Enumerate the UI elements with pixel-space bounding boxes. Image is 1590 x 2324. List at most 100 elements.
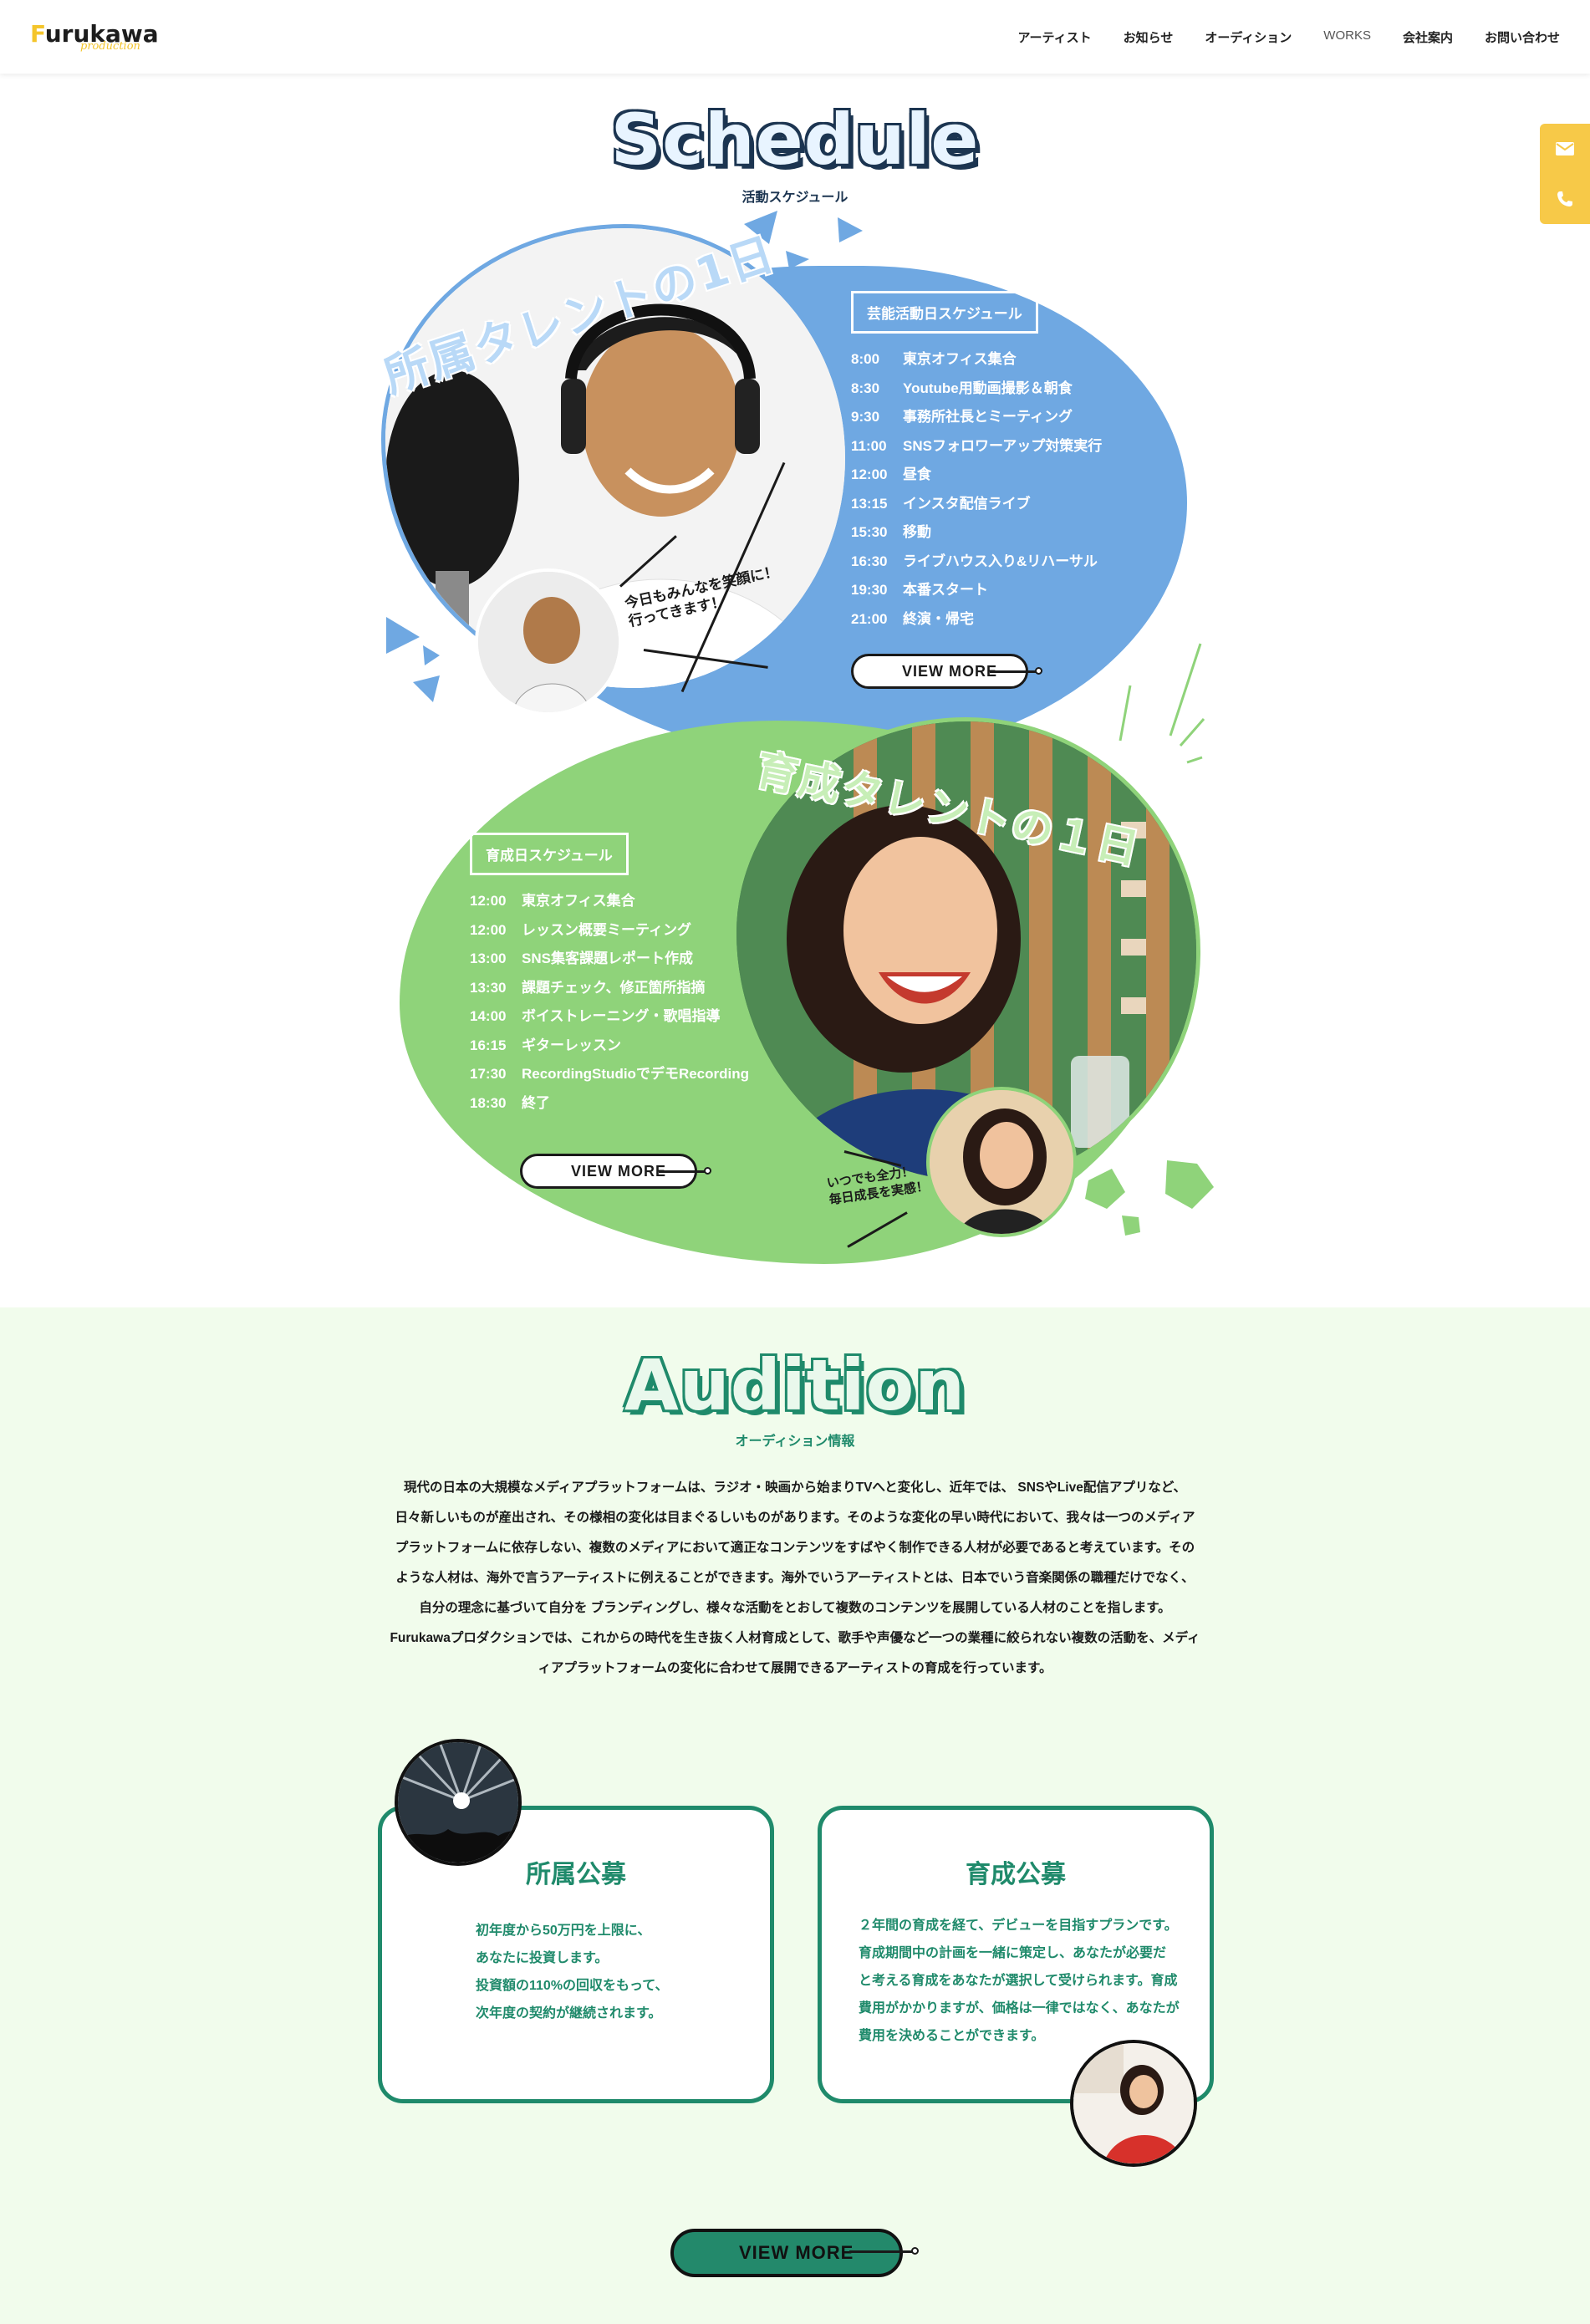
schedule-time: 19:30: [851, 582, 888, 598]
side-contact-tabs: [1540, 124, 1590, 224]
pentagon-deco: [1085, 1169, 1125, 1209]
card2-line: と考える育成をあなたが選択して受けられます。育成: [859, 1974, 1178, 1988]
triangle-deco: [423, 645, 440, 665]
schedule-activity: 東京オフィス集合: [903, 351, 1017, 367]
card2-title: 育成公募: [966, 1860, 1066, 1889]
audition-text-line: Furukawaプロダクションでは、これからの時代を生き抜く人材育成として、歌手…: [390, 1631, 1200, 1645]
audition-text-line: プラットフォームに依存しない、複数のメディアにおいて適正なコンテンツをすばやく制…: [395, 1541, 1195, 1555]
block2-label: 育成日スケジュール: [470, 833, 629, 875]
burst-line: [1179, 718, 1205, 747]
schedule-activity: Youtube用動画撮影＆朝食: [903, 380, 1073, 396]
site-logo[interactable]: Furukawa production: [30, 20, 164, 54]
schedule-activity: ライブハウス入り&リハーサル: [903, 553, 1098, 569]
schedule-activity: RecordingStudioでデモRecording: [522, 1066, 749, 1082]
card1-line: 投資額の110%の回収をもって、: [476, 1979, 669, 1993]
burst-line: [1169, 643, 1202, 736]
card2-line: 育成期間中の計画を一緒に策定し、あなたが必要だ: [859, 1946, 1167, 1960]
schedule-item: 21:00 終演・帰宅: [851, 605, 1102, 635]
schedule-time: 8:30: [851, 380, 880, 396]
schedule-time: 12:00: [470, 893, 507, 909]
mail-icon[interactable]: [1540, 124, 1590, 174]
phone-icon[interactable]: [1540, 174, 1590, 224]
schedule-time: 13:15: [851, 495, 888, 512]
concert-photo: [395, 1739, 522, 1866]
triangle-deco: [413, 675, 440, 702]
button-arrow-line: [849, 2250, 915, 2253]
schedule-item: 13:30 課題チェック、修正箇所指摘: [470, 974, 749, 1003]
schedule-activity: ギターレッスン: [522, 1037, 621, 1053]
schedule-item: 12:00 昼食: [851, 461, 1102, 490]
schedule-item: 17:30 RecordingStudioでデモRecording: [470, 1060, 749, 1089]
card2-line: 費用がかかりますが、価格は一律ではなく、あなたが: [859, 2001, 1180, 2016]
schedule-item: 8:00 東京オフィス集合: [851, 345, 1102, 375]
audition-subtitle: オーディション情報: [735, 1433, 855, 1449]
schedule-block-1: 芸能活動日スケジュール 8:00 東京オフィス集合 8:30 Youtube用動画撮影…: [851, 291, 1102, 634]
audition-text-line: 日々新しいものが産出され、その様相の変化は目まぐるしいものがあります。そのような…: [395, 1511, 1195, 1525]
logo-subtext: production: [80, 40, 140, 53]
burst-line: [1186, 756, 1203, 764]
schedule-time: 12:00: [470, 921, 507, 938]
button-arrow-dot: [911, 2247, 919, 2255]
schedule-item: 19:30 本番スタート: [851, 576, 1102, 605]
schedule-activity: 終演・帰宅: [903, 610, 974, 627]
singer-photo: [1070, 2040, 1197, 2167]
nav-company[interactable]: 会社案内: [1403, 28, 1453, 46]
schedule-time: 8:00: [851, 351, 880, 367]
card1-line: 初年度から50万円を上限に、: [476, 1924, 651, 1938]
schedule-time: 13:30: [470, 979, 507, 996]
schedule-time: 16:15: [470, 1037, 507, 1053]
logo-initial: F: [30, 20, 45, 48]
schedule-time: 18:30: [470, 1094, 507, 1111]
audition-section: [0, 1307, 1590, 2324]
schedule-item: 9:30 事務所社長とミーティング: [851, 403, 1102, 432]
schedule-activity: 課題チェック、修正箇所指摘: [522, 979, 706, 996]
button-arrow-dot: [704, 1167, 711, 1175]
triangle-deco: [386, 617, 420, 654]
schedule-item: 16:15 ギターレッスン: [470, 1032, 749, 1061]
button-arrow-dot: [1035, 667, 1042, 675]
schedule-item: 13:15 インスタ配信ライブ: [851, 490, 1102, 519]
schedule-activity: インスタ配信ライブ: [903, 495, 1031, 512]
talent-avatar-woman: [926, 1087, 1077, 1237]
schedule-activity: 東京オフィス集合: [522, 893, 635, 909]
block1-label: 芸能活動日スケジュール: [851, 291, 1038, 334]
audition-title: Audition: [624, 1344, 966, 1426]
schedule-item: 16:30 ライブハウス入り&リハーサル: [851, 548, 1102, 577]
schedule-time: 9:30: [851, 409, 880, 425]
schedule-item: 18:30 終了: [470, 1089, 749, 1119]
triangle-deco: [838, 217, 863, 242]
nav-news[interactable]: お知らせ: [1124, 28, 1174, 46]
schedule-activity: SNS集客課題レポート作成: [522, 950, 693, 966]
schedule-item: 14:00 ボイストレーニング・歌唱指導: [470, 1002, 749, 1032]
schedule-item: 15:30 移動: [851, 518, 1102, 548]
main-nav: アーティスト お知らせ オーディション WORKS 会社案内 お問い合わせ: [1017, 28, 1560, 46]
block2-schedule-list: 12:00 東京オフィス集合 12:00 レッスン概要ミーティング 13:00 SNS集客…: [470, 887, 749, 1118]
schedule-time: 16:30: [851, 553, 888, 569]
button-arrow-line: [659, 1170, 707, 1173]
pentagon-deco: [1122, 1216, 1140, 1236]
schedule-block-2: 育成日スケジュール 12:00 東京オフィス集合 12:00 レッスン概要ミーティング…: [470, 833, 749, 1118]
schedule-activity: SNSフォロワーアップ対策実行: [903, 437, 1103, 454]
schedule-item: 11:00 SNSフォロワーアップ対策実行: [851, 432, 1102, 461]
schedule-time: 14:00: [470, 1008, 507, 1024]
nav-artist[interactable]: アーティスト: [1017, 28, 1091, 46]
schedule-time: 15:30: [851, 524, 888, 540]
talent-avatar-man: [475, 568, 622, 716]
pentagon-deco: [1165, 1160, 1214, 1209]
audition-view-more-button[interactable]: VIEW MORE: [670, 2229, 903, 2277]
nav-works[interactable]: WORKS: [1323, 28, 1371, 46]
audition-description: 現代の日本の大規模なメディアプラットフォームは、ラジオ・映画から始まりTVへと変…: [368, 1473, 1222, 1684]
card1-line: 次年度の契約が継続されます。: [476, 2006, 662, 2021]
card1-text: 初年度から50万円を上限に、 あなたに投資します。 投資額の110%の回収をもっ…: [476, 1917, 668, 2027]
burst-line: [1119, 685, 1132, 742]
schedule-activity: 本番スタート: [903, 582, 988, 598]
schedule-time: 13:00: [470, 950, 507, 966]
nav-audition[interactable]: オーディション: [1205, 28, 1292, 46]
schedule-activity: 移動: [903, 524, 931, 540]
button-arrow-line: [990, 670, 1038, 673]
schedule-activity: 終了: [522, 1094, 550, 1111]
audition-text-line: ィアプラットフォームの変化に合わせて展開できるアーティストの育成を行っています。: [538, 1661, 1052, 1675]
nav-contact[interactable]: お問い合わせ: [1485, 28, 1560, 46]
audition-text-line: ような人材は、海外で言うアーティストに例えることができます。海外でいうアーティス…: [395, 1571, 1195, 1585]
schedule-item: 12:00 東京オフィス集合: [470, 887, 749, 916]
